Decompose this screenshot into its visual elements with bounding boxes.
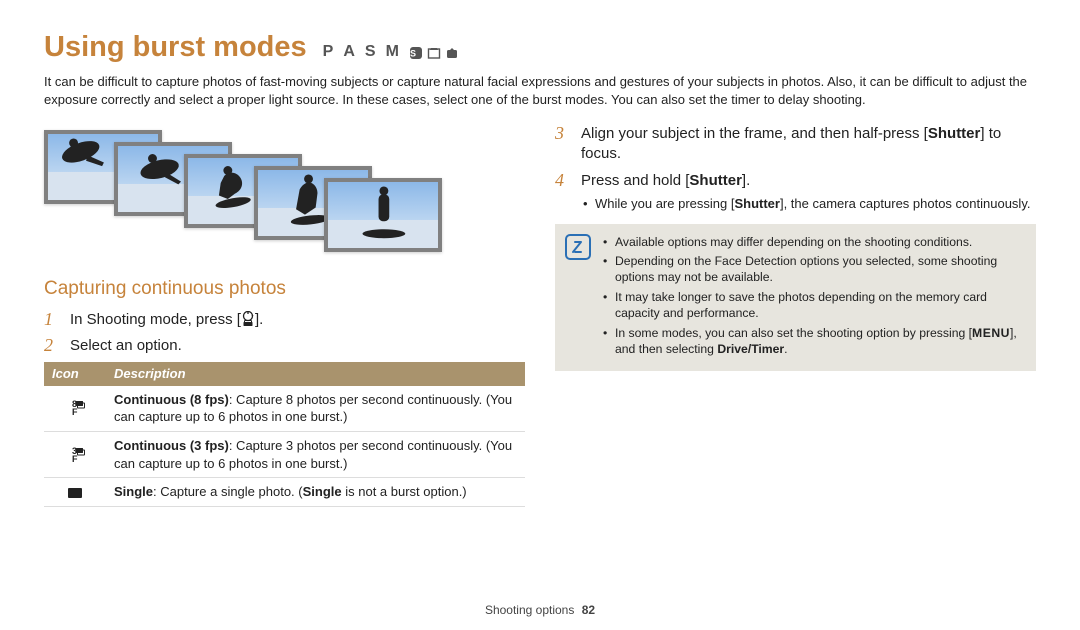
step-4-bold: Shutter bbox=[689, 172, 742, 189]
row-desc-pre: : Capture a single photo. ( bbox=[153, 484, 303, 499]
continuous-8fps-icon: 8F bbox=[44, 386, 106, 432]
note-item: It may take longer to save the photos de… bbox=[603, 289, 1024, 322]
continuous-3fps-icon: 3F bbox=[44, 432, 106, 478]
step-3-pre: Align your subject in the frame, and the… bbox=[581, 125, 928, 142]
note-4-post: . bbox=[784, 342, 787, 356]
title-text: Using burst modes bbox=[44, 28, 307, 67]
mode-scene-icon bbox=[427, 45, 441, 59]
note-4-bold: Drive/Timer bbox=[717, 342, 784, 356]
step-num-3: 3 bbox=[555, 124, 571, 165]
note-item: Depending on the Face Detection options … bbox=[603, 253, 1024, 286]
burst-frame-5 bbox=[324, 178, 442, 252]
note-box: Available options may differ depending o… bbox=[555, 224, 1036, 371]
step-1-text-pre: In Shooting mode, press [ bbox=[70, 311, 241, 328]
section-heading: Capturing continuous photos bbox=[44, 276, 525, 302]
table-row: Single: Capture a single photo. (Single … bbox=[44, 478, 525, 507]
svg-text:S: S bbox=[410, 48, 422, 58]
mode-letters: P A S M S bbox=[323, 41, 459, 63]
single-icon bbox=[44, 478, 106, 507]
note-item: Available options may differ depending o… bbox=[603, 234, 1024, 250]
row-name: Continuous (8 fps) bbox=[114, 392, 229, 407]
note-icon bbox=[565, 234, 591, 260]
mode-A: A bbox=[343, 41, 361, 63]
table-row: 3F Continuous (3 fps): Capture 3 photos … bbox=[44, 432, 525, 478]
step-2-text: Select an option. bbox=[70, 336, 525, 356]
th-desc: Description bbox=[106, 362, 525, 386]
table-row: 8F Continuous (8 fps): Capture 8 photos … bbox=[44, 386, 525, 432]
svg-text:F: F bbox=[72, 454, 78, 464]
note-4-pre: In some modes, you can also set the shoo… bbox=[615, 326, 972, 340]
step-num-2: 2 bbox=[44, 336, 60, 356]
mode-magic-icon bbox=[445, 45, 459, 59]
mode-M: M bbox=[386, 41, 405, 63]
step-num-1: 1 bbox=[44, 310, 60, 330]
step-3-bold: Shutter bbox=[928, 125, 981, 142]
step-num-4: 4 bbox=[555, 171, 571, 216]
mode-P: P bbox=[323, 41, 340, 63]
step-4-post: ]. bbox=[742, 172, 750, 189]
step-3: 3 Align your subject in the frame, and t… bbox=[555, 124, 1036, 165]
burst-gallery bbox=[44, 130, 454, 260]
row-desc-post: is not a burst option.) bbox=[342, 484, 467, 499]
step-2: 2 Select an option. bbox=[44, 336, 525, 356]
th-icon: Icon bbox=[44, 362, 106, 386]
step-4-sub: While you are pressing [Shutter], the ca… bbox=[581, 195, 1036, 213]
svg-text:F: F bbox=[72, 407, 78, 417]
step-4-sub-post: ], the camera captures photos continuous… bbox=[780, 196, 1031, 211]
step-4-pre: Press and hold [ bbox=[581, 172, 689, 189]
left-column: Capturing continuous photos 1 In Shootin… bbox=[44, 124, 525, 506]
drive-button-icon bbox=[241, 311, 255, 327]
options-table: Icon Description 8F Continuous (8 fps): … bbox=[44, 362, 525, 506]
footer-section: Shooting options bbox=[485, 603, 574, 617]
page-footer: Shooting options 82 bbox=[0, 602, 1080, 618]
page-title: Using burst modes P A S M S bbox=[44, 28, 1036, 67]
step-4: 4 Press and hold [Shutter]. While you ar… bbox=[555, 171, 1036, 216]
footer-page: 82 bbox=[582, 603, 595, 617]
row-name: Single bbox=[114, 484, 153, 499]
step-4-sub-bold: Shutter bbox=[734, 196, 780, 211]
intro-paragraph: It can be difficult to capture photos of… bbox=[44, 73, 1036, 108]
note-item: In some modes, you can also set the shoo… bbox=[603, 325, 1024, 358]
mode-smart-icon: S bbox=[409, 45, 423, 59]
row-desc-bold: Single bbox=[303, 484, 342, 499]
step-1-text-post: ]. bbox=[255, 311, 263, 328]
right-column: 3 Align your subject in the frame, and t… bbox=[555, 124, 1036, 506]
mode-S: S bbox=[365, 41, 382, 63]
step-4-sub-pre: While you are pressing [ bbox=[595, 196, 734, 211]
menu-glyph: MENU bbox=[972, 326, 1010, 340]
step-1: 1 In Shooting mode, press []. bbox=[44, 310, 525, 330]
row-name: Continuous (3 fps) bbox=[114, 438, 229, 453]
